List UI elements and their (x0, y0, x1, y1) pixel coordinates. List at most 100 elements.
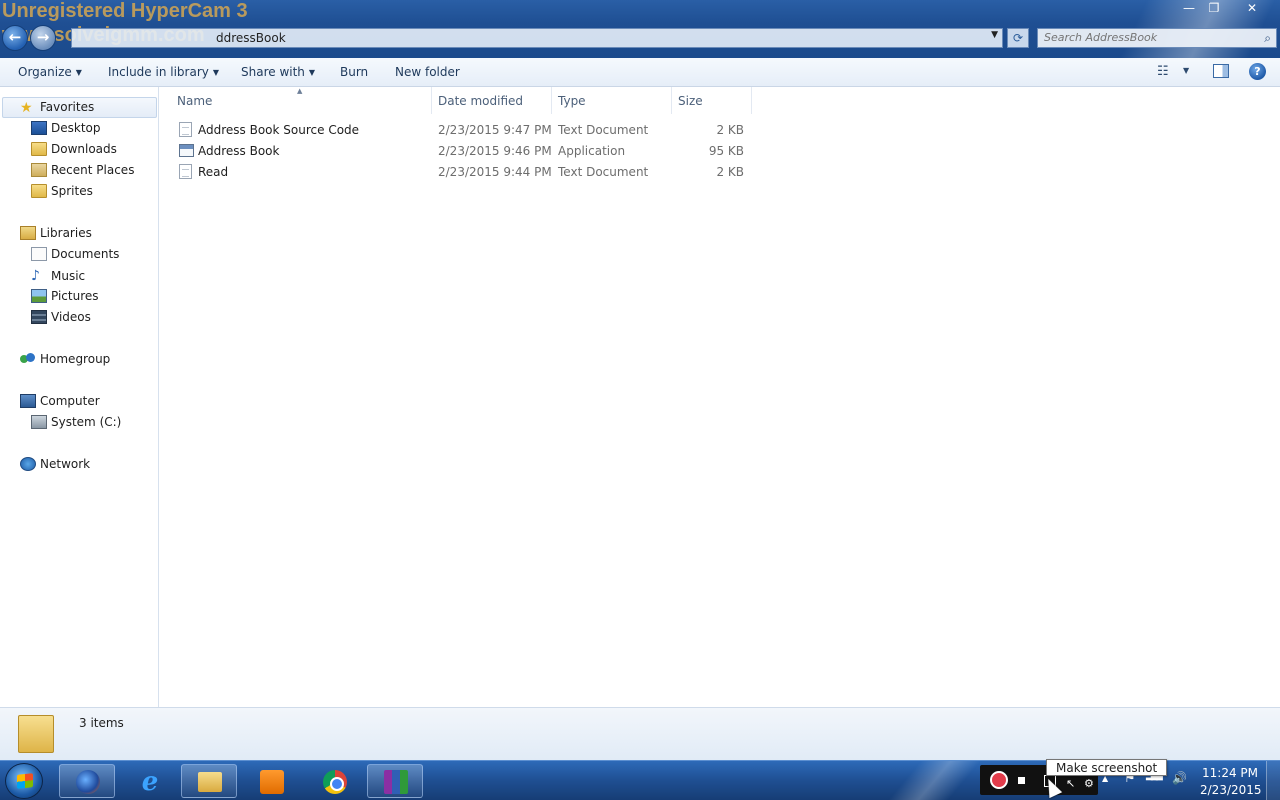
navigation-pane: ★ Favorites Desktop Downloads Recent Plac… (0, 87, 159, 707)
file-type: Text Document (558, 165, 649, 179)
nav-item-downloads[interactable]: Downloads (31, 142, 117, 162)
include-in-library-button[interactable]: Include in library ▼ (108, 65, 219, 79)
column-header-date-modified[interactable]: Date modified (432, 87, 552, 114)
nav-item-videos[interactable]: Videos (31, 310, 91, 330)
command-bar: Organize ▼ Include in library ▼ Share with… (0, 58, 1280, 87)
nav-favorites[interactable]: ★ Favorites (20, 100, 94, 120)
forward-button[interactable]: → (30, 25, 56, 51)
nav-item-recent-places[interactable]: Recent Places (31, 163, 134, 183)
nav-computer-label: Computer (40, 394, 100, 408)
file-date-modified: 2/23/2015 9:44 PM (438, 165, 552, 179)
organize-button[interactable]: Organize ▼ (18, 65, 82, 79)
chevron-down-icon: ▼ (212, 68, 220, 77)
stop-icon[interactable] (1018, 777, 1025, 784)
share-with-button[interactable]: Share with ▼ (241, 65, 315, 79)
breadcrumb-current[interactable]: ddressBook (76, 31, 286, 45)
address-bar[interactable]: ddressBook ▼ (71, 28, 1003, 48)
view-options-dropdown[interactable]: ▼ (1183, 66, 1189, 75)
record-icon[interactable] (990, 771, 1008, 789)
chevron-down-icon: ▼ (75, 68, 82, 77)
back-button[interactable]: ← (2, 25, 28, 51)
preview-pane-toggle[interactable] (1213, 64, 1229, 78)
change-view-icon[interactable]: ☷ (1157, 64, 1169, 79)
nav-item-documents[interactable]: Documents (31, 247, 119, 267)
recent-places-icon (31, 163, 47, 177)
chrome-icon (323, 770, 347, 794)
show-desktop-button[interactable] (1266, 761, 1280, 800)
forward-arrow-icon: → (36, 28, 50, 46)
breadcrumb: ddressBook (76, 31, 286, 45)
nav-item-pictures[interactable]: Pictures (31, 289, 99, 309)
taskbar-app-firefox[interactable] (59, 764, 115, 798)
documents-icon (31, 247, 47, 261)
file-size: 2 KB (716, 123, 744, 137)
tooltip: Make screenshot (1046, 759, 1168, 776)
folder-icon (31, 142, 47, 156)
refresh-button[interactable]: ⟳ (1007, 28, 1029, 48)
text-file-icon (179, 122, 192, 137)
file-size: 95 KB (708, 144, 744, 158)
nav-network[interactable]: Network (20, 457, 90, 477)
volume-icon[interactable]: 🔊 (1172, 771, 1187, 785)
nav-item-label: Recent Places (51, 163, 135, 177)
folder-icon (31, 184, 47, 198)
taskbar-app-windows-explorer[interactable] (181, 764, 237, 798)
taskbar-app-winrar[interactable] (367, 764, 423, 798)
close-button[interactable]: ✕ (1228, 0, 1276, 18)
window-titlebar: Unregistered HyperCam 3 www.solveigmm.co… (0, 0, 1280, 58)
search-icon[interactable]: ⌕ (1264, 31, 1271, 46)
internet-explorer-icon: e (141, 767, 159, 797)
include-in-library-label: Include in library (108, 65, 209, 79)
address-history-dropdown[interactable]: ▼ (991, 30, 998, 40)
nav-network-label: Network (40, 457, 91, 471)
start-button[interactable] (5, 763, 43, 799)
file-row-address-book-source-code[interactable]: Address Book Source Code 2/23/2015 9:47 … (174, 119, 754, 140)
nav-computer[interactable]: Computer (20, 394, 100, 414)
cursor-toggle-icon[interactable]: ↖ (1066, 777, 1075, 790)
settings-icon[interactable]: ⚙ (1084, 777, 1094, 790)
back-arrow-icon: ← (8, 28, 22, 46)
new-folder-button[interactable]: New folder (395, 65, 460, 79)
file-row-read[interactable]: Read 2/23/2015 9:44 PM Text Document 2 K… (174, 161, 754, 182)
column-header-size[interactable]: Size (672, 87, 752, 114)
file-size: 2 KB (716, 165, 744, 179)
star-icon: ★ (20, 100, 33, 116)
videos-icon (31, 310, 47, 324)
nav-item-label: Downloads (51, 142, 117, 156)
search-input[interactable] (1044, 31, 1254, 44)
nav-item-label: Pictures (51, 289, 99, 303)
sort-ascending-icon: ▲ (297, 87, 303, 95)
nav-libraries-label: Libraries (40, 226, 92, 240)
maximize-button[interactable]: ❐ (1202, 0, 1226, 18)
taskbar-app-chrome[interactable] (306, 764, 362, 798)
nav-item-sprites[interactable]: Sprites (31, 184, 93, 204)
details-pane: 3 items (0, 707, 1280, 760)
clock-date[interactable]: 2/23/2015 (1200, 783, 1262, 797)
help-button[interactable]: ? (1249, 63, 1266, 80)
nav-libraries[interactable]: Libraries (20, 226, 92, 246)
desktop-icon (31, 121, 47, 135)
music-icon: ♪ (31, 268, 40, 284)
drive-icon (31, 415, 47, 429)
nav-item-music[interactable]: ♪ Music (31, 268, 85, 288)
file-row-address-book[interactable]: Address Book 2/23/2015 9:46 PM Applicati… (174, 140, 754, 161)
nav-item-system-drive[interactable]: System (C:) (31, 415, 121, 435)
share-with-label: Share with (241, 65, 305, 79)
taskbar-app-media-player[interactable] (243, 764, 299, 798)
clock-time[interactable]: 11:24 PM (1200, 766, 1260, 780)
nav-item-label: Documents (51, 247, 120, 261)
search-box[interactable]: ⌕ (1037, 28, 1277, 48)
file-date-modified: 2/23/2015 9:47 PM (438, 123, 552, 137)
burn-button[interactable]: Burn (340, 65, 368, 79)
winrar-icon (384, 770, 408, 794)
nav-item-desktop[interactable]: Desktop (31, 121, 101, 141)
minimize-button[interactable]: — (1177, 0, 1201, 18)
computer-icon (20, 394, 36, 408)
nav-favorites-label: Favorites (40, 100, 95, 114)
nav-homegroup[interactable]: Homegroup (20, 352, 110, 372)
taskbar-app-internet-explorer[interactable]: e (121, 764, 177, 798)
nav-item-label: Music (51, 269, 86, 283)
file-name: Address Book (198, 144, 280, 158)
column-header-type[interactable]: Type (552, 87, 672, 114)
file-name: Read (198, 165, 229, 179)
